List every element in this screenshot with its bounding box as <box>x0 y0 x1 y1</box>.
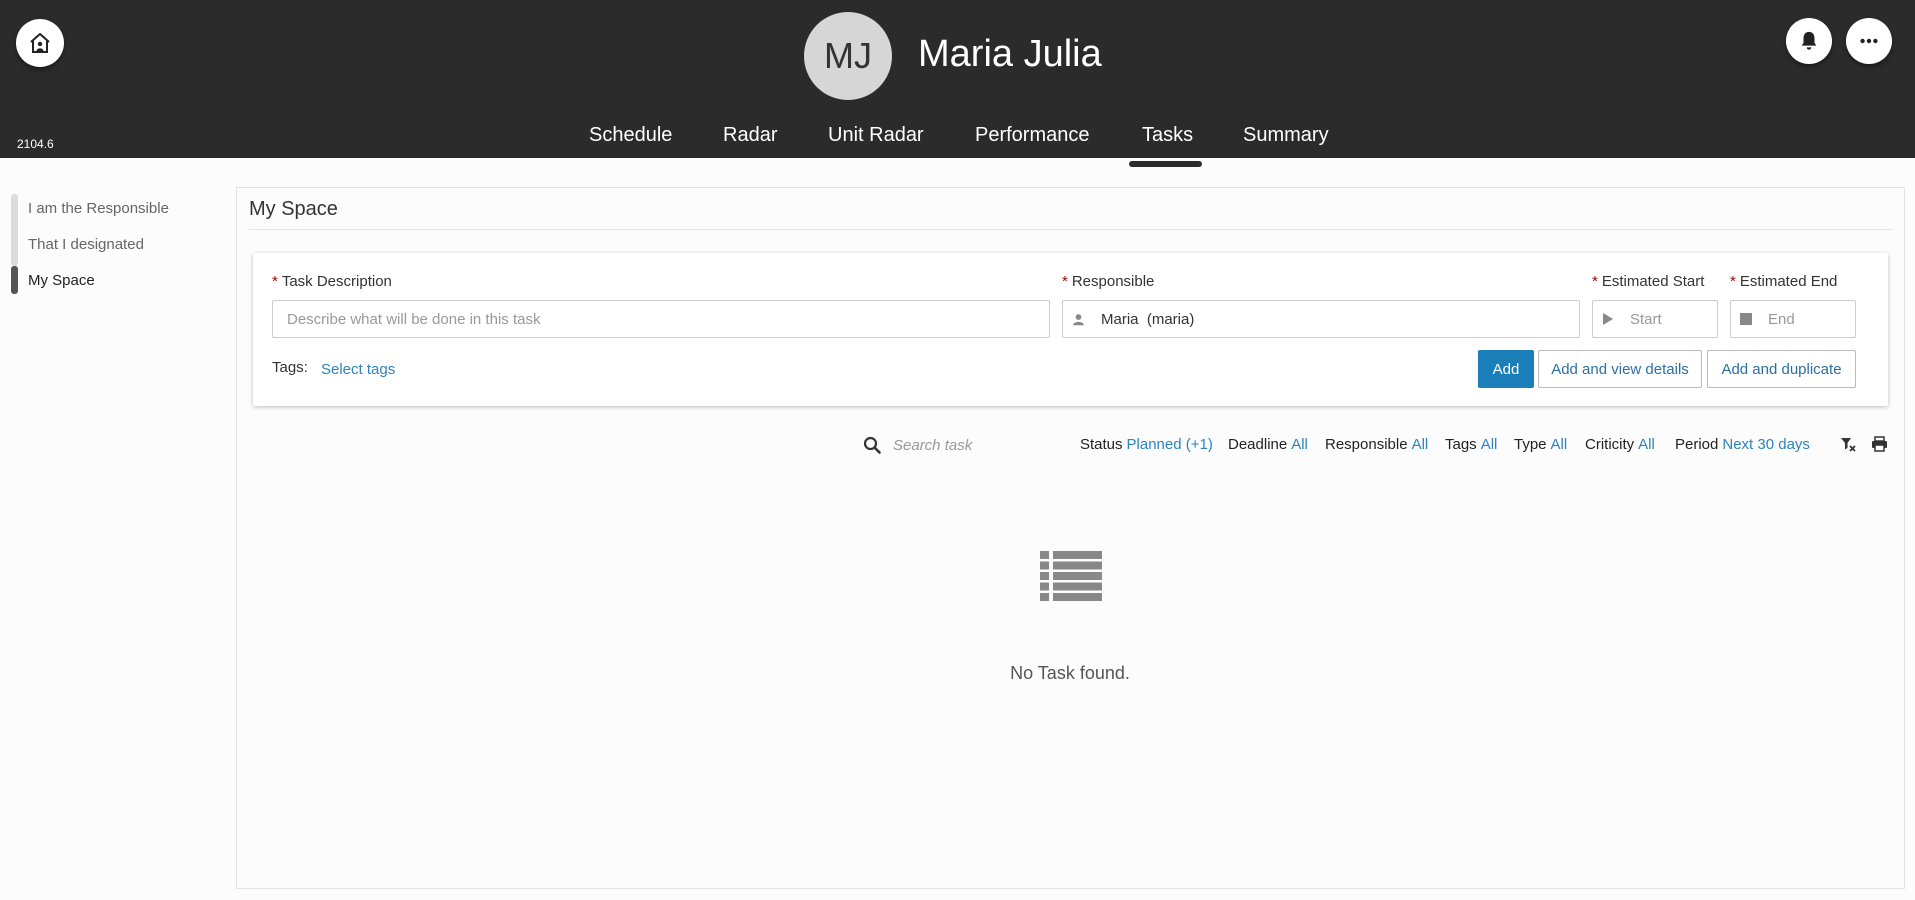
filter-status[interactable]: Status Planned (+1) <box>1080 436 1213 453</box>
add-and-duplicate-button[interactable]: Add and duplicate <box>1707 350 1856 388</box>
main-nav: Schedule Radar Unit Radar Performance Ta… <box>0 124 1915 158</box>
stop-icon <box>1740 313 1752 325</box>
list-icon <box>1040 551 1102 601</box>
required-mark: * <box>1062 273 1068 290</box>
home-button[interactable] <box>16 19 64 67</box>
play-icon <box>1602 313 1614 325</box>
task-description-input[interactable] <box>273 301 1049 337</box>
tab-schedule[interactable]: Schedule <box>589 124 672 147</box>
estimated-end-field[interactable] <box>1730 300 1856 338</box>
tab-performance[interactable]: Performance <box>975 124 1090 147</box>
task-description-label: * Task Description <box>272 273 392 290</box>
filter-responsible[interactable]: Responsible All <box>1325 436 1428 453</box>
required-mark: * <box>272 273 278 290</box>
sidebar-item-designated[interactable]: That I designated <box>28 236 144 253</box>
search-icon <box>863 436 881 454</box>
estimated-start-input[interactable] <box>1614 301 1717 337</box>
responsible-field[interactable] <box>1062 300 1580 338</box>
notifications-button[interactable] <box>1786 18 1832 64</box>
filter-clear-icon[interactable] <box>1840 436 1856 452</box>
title-divider <box>249 229 1893 230</box>
user-icon <box>1072 313 1085 326</box>
estimated-start-field[interactable] <box>1592 300 1718 338</box>
required-mark: * <box>1592 273 1598 290</box>
ellipsis-icon <box>1860 38 1878 44</box>
responsible-label: * Responsible <box>1062 273 1155 290</box>
select-tags-link[interactable]: Select tags <box>321 361 395 378</box>
page-title: My Space <box>249 198 338 220</box>
filter-deadline[interactable]: Deadline All <box>1228 436 1308 453</box>
user-name: Maria Julia <box>918 33 1102 75</box>
add-button[interactable]: Add <box>1478 350 1534 388</box>
home-icon <box>30 33 50 53</box>
estimated-end-label: * Estimated End <box>1730 273 1838 290</box>
search-input[interactable] <box>893 434 1053 456</box>
print-icon[interactable] <box>1871 436 1888 452</box>
sidebar-item-responsible[interactable]: I am the Responsible <box>28 200 169 217</box>
filter-tags[interactable]: Tags All <box>1445 436 1497 453</box>
filter-type[interactable]: Type All <box>1514 436 1567 453</box>
responsible-input[interactable] <box>1085 301 1579 337</box>
estimated-start-label: * Estimated Start <box>1592 273 1705 290</box>
tab-radar[interactable]: Radar <box>723 124 777 147</box>
required-mark: * <box>1730 273 1736 290</box>
tags-label: Tags: <box>272 359 308 376</box>
filter-criticity[interactable]: Criticity All <box>1585 436 1655 453</box>
filter-period[interactable]: Period Next 30 days <box>1675 436 1810 453</box>
sidebar-active-marker <box>11 266 18 294</box>
task-description-field[interactable] <box>272 300 1050 338</box>
sidebar-item-my-space[interactable]: My Space <box>28 272 95 289</box>
avatar: MJ <box>804 12 892 100</box>
active-tab-indicator <box>1129 161 1202 167</box>
tab-unit-radar[interactable]: Unit Radar <box>828 124 924 147</box>
tab-summary[interactable]: Summary <box>1243 124 1329 147</box>
tab-tasks[interactable]: Tasks <box>1142 124 1193 147</box>
more-options-button[interactable] <box>1846 18 1892 64</box>
sidebar-track <box>11 194 18 266</box>
bell-icon <box>1801 31 1817 50</box>
empty-state-message: No Task found. <box>1010 663 1130 683</box>
add-and-view-details-button[interactable]: Add and view details <box>1538 350 1702 388</box>
estimated-end-input[interactable] <box>1752 301 1855 337</box>
